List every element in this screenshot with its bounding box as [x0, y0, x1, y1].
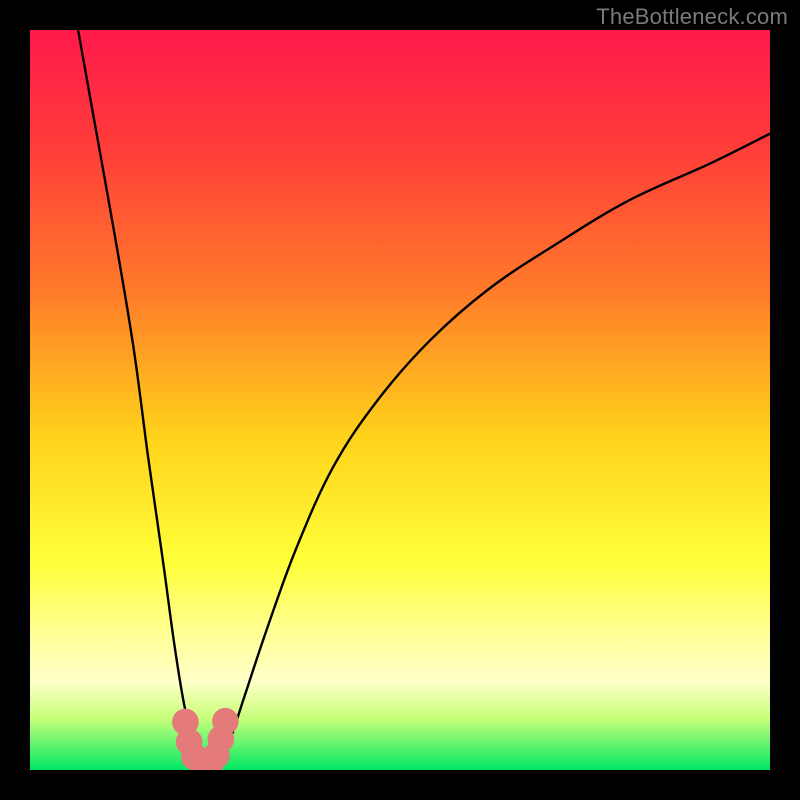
- plot-area: [30, 30, 770, 770]
- marker-dot: [212, 708, 239, 735]
- watermark-text: TheBottleneck.com: [596, 4, 788, 30]
- chart-frame: TheBottleneck.com: [0, 0, 800, 800]
- chart-svg: [30, 30, 770, 770]
